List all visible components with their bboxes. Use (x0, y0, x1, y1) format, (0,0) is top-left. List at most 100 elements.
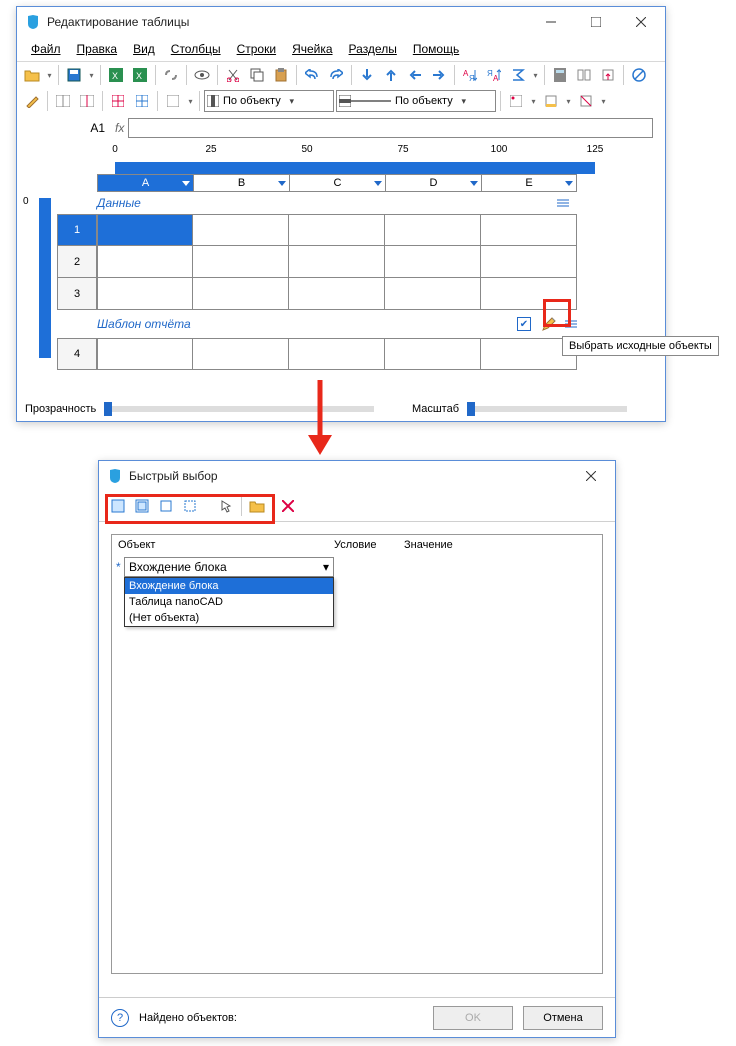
table-cell[interactable] (481, 246, 577, 278)
export-icon[interactable] (597, 64, 619, 86)
minimize-button[interactable] (528, 8, 573, 36)
chevron-down-icon[interactable] (374, 181, 382, 186)
table-cell[interactable] (289, 214, 385, 246)
table-cell[interactable] (193, 338, 289, 370)
border-icon[interactable] (162, 90, 184, 112)
close-button[interactable] (568, 462, 613, 490)
table-cell[interactable] (289, 278, 385, 310)
arrow-up-blue-icon[interactable] (380, 64, 402, 86)
table-cell[interactable] (97, 246, 193, 278)
table-cell[interactable] (97, 214, 193, 246)
menu-help[interactable]: Помощь (405, 39, 467, 59)
chevron-down-icon[interactable] (278, 181, 286, 186)
table-cell[interactable] (193, 278, 289, 310)
col-header-d[interactable]: D (385, 174, 481, 192)
split-cells-icon[interactable] (76, 90, 98, 112)
save-icon[interactable] (63, 64, 85, 86)
arrow-left-blue-icon[interactable] (404, 64, 426, 86)
fill-dropdown-icon[interactable]: ▾ (564, 90, 573, 112)
select-all-icon[interactable] (107, 495, 129, 517)
titlebar[interactable]: Редактирование таблицы (17, 7, 665, 37)
table-cell[interactable] (385, 338, 481, 370)
table-cell[interactable] (481, 278, 577, 310)
table-cell[interactable] (385, 214, 481, 246)
arrow-down-blue-icon[interactable] (356, 64, 378, 86)
delete-icon[interactable] (277, 495, 299, 517)
row-header-4[interactable]: 4 (57, 338, 97, 370)
report-checkbox[interactable]: ✔ (517, 317, 531, 331)
sum-icon[interactable] (507, 64, 529, 86)
sort-desc-icon[interactable]: ЯА (483, 64, 505, 86)
sum-dropdown-icon[interactable]: ▾ (531, 64, 540, 86)
book-icon[interactable] (573, 64, 595, 86)
dropdown-item[interactable]: Таблица nanoCAD (125, 594, 333, 610)
ok-button[interactable]: OK (433, 1006, 513, 1030)
open-dropdown-icon[interactable]: ▾ (45, 64, 54, 86)
menu-file[interactable]: Файл (23, 39, 69, 59)
sort-asc-icon[interactable]: АЯ (459, 64, 481, 86)
save-dropdown-icon[interactable]: ▾ (87, 64, 96, 86)
section-handle-icon[interactable] (565, 319, 577, 329)
menu-rows[interactable]: Строки (229, 39, 284, 59)
align-dropdown-icon[interactable]: ▾ (529, 90, 538, 112)
help-icon[interactable]: ? (111, 1009, 129, 1027)
chevron-down-icon[interactable] (470, 181, 478, 186)
row-header-2[interactable]: 2 (57, 246, 97, 278)
dropdown-item[interactable]: (Нет объекта) (125, 610, 333, 626)
row-header-3[interactable]: 3 (57, 278, 97, 310)
formula-input[interactable] (128, 118, 653, 138)
table-cell[interactable] (97, 278, 193, 310)
open-folder-icon[interactable] (246, 495, 268, 517)
paste-icon[interactable] (270, 64, 292, 86)
grid-1-icon[interactable] (107, 90, 129, 112)
table-cell[interactable] (481, 214, 577, 246)
select-window-icon[interactable] (131, 495, 153, 517)
close-button[interactable] (618, 8, 663, 36)
object-type-combo[interactable]: Вхождение блока ▾ (124, 557, 334, 577)
arrow-right-blue-icon[interactable] (428, 64, 450, 86)
eye-icon[interactable] (191, 64, 213, 86)
align-icon[interactable] (505, 90, 527, 112)
fill-color-icon[interactable] (540, 90, 562, 112)
merge-cells-icon[interactable] (52, 90, 74, 112)
table-cell[interactable] (289, 338, 385, 370)
row-height-combo[interactable]: По объекту ▾ (336, 90, 496, 112)
copy-icon[interactable] (246, 64, 268, 86)
row-header-1[interactable]: 1 (57, 214, 97, 246)
remove-format-dropdown-icon[interactable]: ▾ (599, 90, 608, 112)
col-width-combo[interactable]: По объекту ▾ (204, 90, 334, 112)
select-source-objects-icon[interactable] (539, 314, 559, 334)
calculator-icon[interactable] (549, 64, 571, 86)
col-header-a[interactable]: A (97, 174, 193, 192)
menu-columns[interactable]: Столбцы (163, 39, 229, 59)
menu-edit[interactable]: Правка (69, 39, 126, 59)
select-fence-icon[interactable] (179, 495, 201, 517)
maximize-button[interactable] (573, 8, 618, 36)
cancel-icon[interactable] (628, 64, 650, 86)
table-cell[interactable] (385, 246, 481, 278)
border-dropdown-icon[interactable]: ▾ (186, 90, 195, 112)
table-cell[interactable] (97, 338, 193, 370)
select-pick-icon[interactable] (215, 495, 237, 517)
brush-icon[interactable] (21, 90, 43, 112)
scale-slider[interactable] (467, 406, 627, 412)
cancel-button[interactable]: Отмена (523, 1006, 603, 1030)
col-header-b[interactable]: B (193, 174, 289, 192)
table-cell[interactable] (193, 214, 289, 246)
export-excel-icon[interactable]: X (129, 64, 151, 86)
chevron-down-icon[interactable] (565, 181, 573, 186)
table-cell[interactable] (289, 246, 385, 278)
undo-icon[interactable] (301, 64, 323, 86)
select-box-icon[interactable] (155, 495, 177, 517)
import-excel-icon[interactable]: X (105, 64, 127, 86)
menu-view[interactable]: Вид (125, 39, 163, 59)
grid-2-icon[interactable] (131, 90, 153, 112)
titlebar[interactable]: Быстрый выбор (99, 461, 615, 491)
table-cell[interactable] (193, 246, 289, 278)
section-handle-icon[interactable] (557, 198, 569, 208)
table-cell[interactable] (385, 278, 481, 310)
col-header-e[interactable]: E (481, 174, 577, 192)
chevron-down-icon[interactable] (182, 181, 190, 186)
col-header-c[interactable]: C (289, 174, 385, 192)
menu-cell[interactable]: Ячейка (284, 39, 340, 59)
